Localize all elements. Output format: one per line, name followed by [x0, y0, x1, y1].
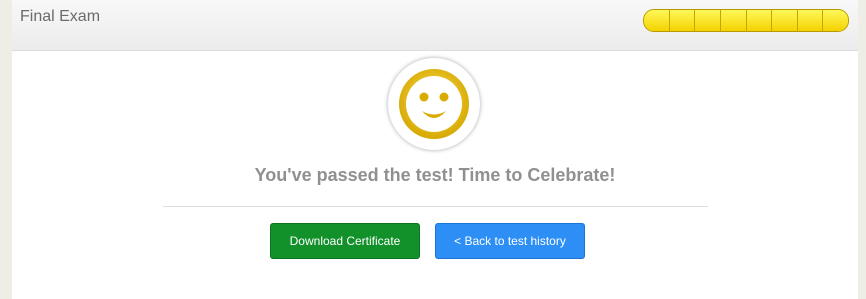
progress-segment: [669, 10, 696, 31]
progress-segment: [823, 10, 848, 31]
smiley-face-icon: [399, 69, 469, 139]
progress-segment: [797, 10, 824, 31]
divider: [163, 206, 708, 207]
result-message: You've passed the test! Time to Celebrat…: [254, 165, 616, 185]
exam-result-panel: Final Exam You've passed the test! Time …: [12, 0, 858, 299]
progress-segment: [772, 10, 798, 31]
progress-segment: [644, 10, 670, 31]
exam-progress-bar: [643, 9, 849, 32]
page-title: Final Exam: [20, 8, 101, 25]
download-certificate-button[interactable]: Download Certificate: [270, 223, 420, 259]
progress-segment: [720, 10, 747, 31]
progress-segment: [746, 10, 773, 31]
exam-header: Final Exam: [12, 0, 858, 51]
back-to-test-history-button[interactable]: < Back to test history: [435, 223, 585, 259]
progress-segment: [695, 10, 721, 31]
result-icon-container: [388, 58, 480, 150]
